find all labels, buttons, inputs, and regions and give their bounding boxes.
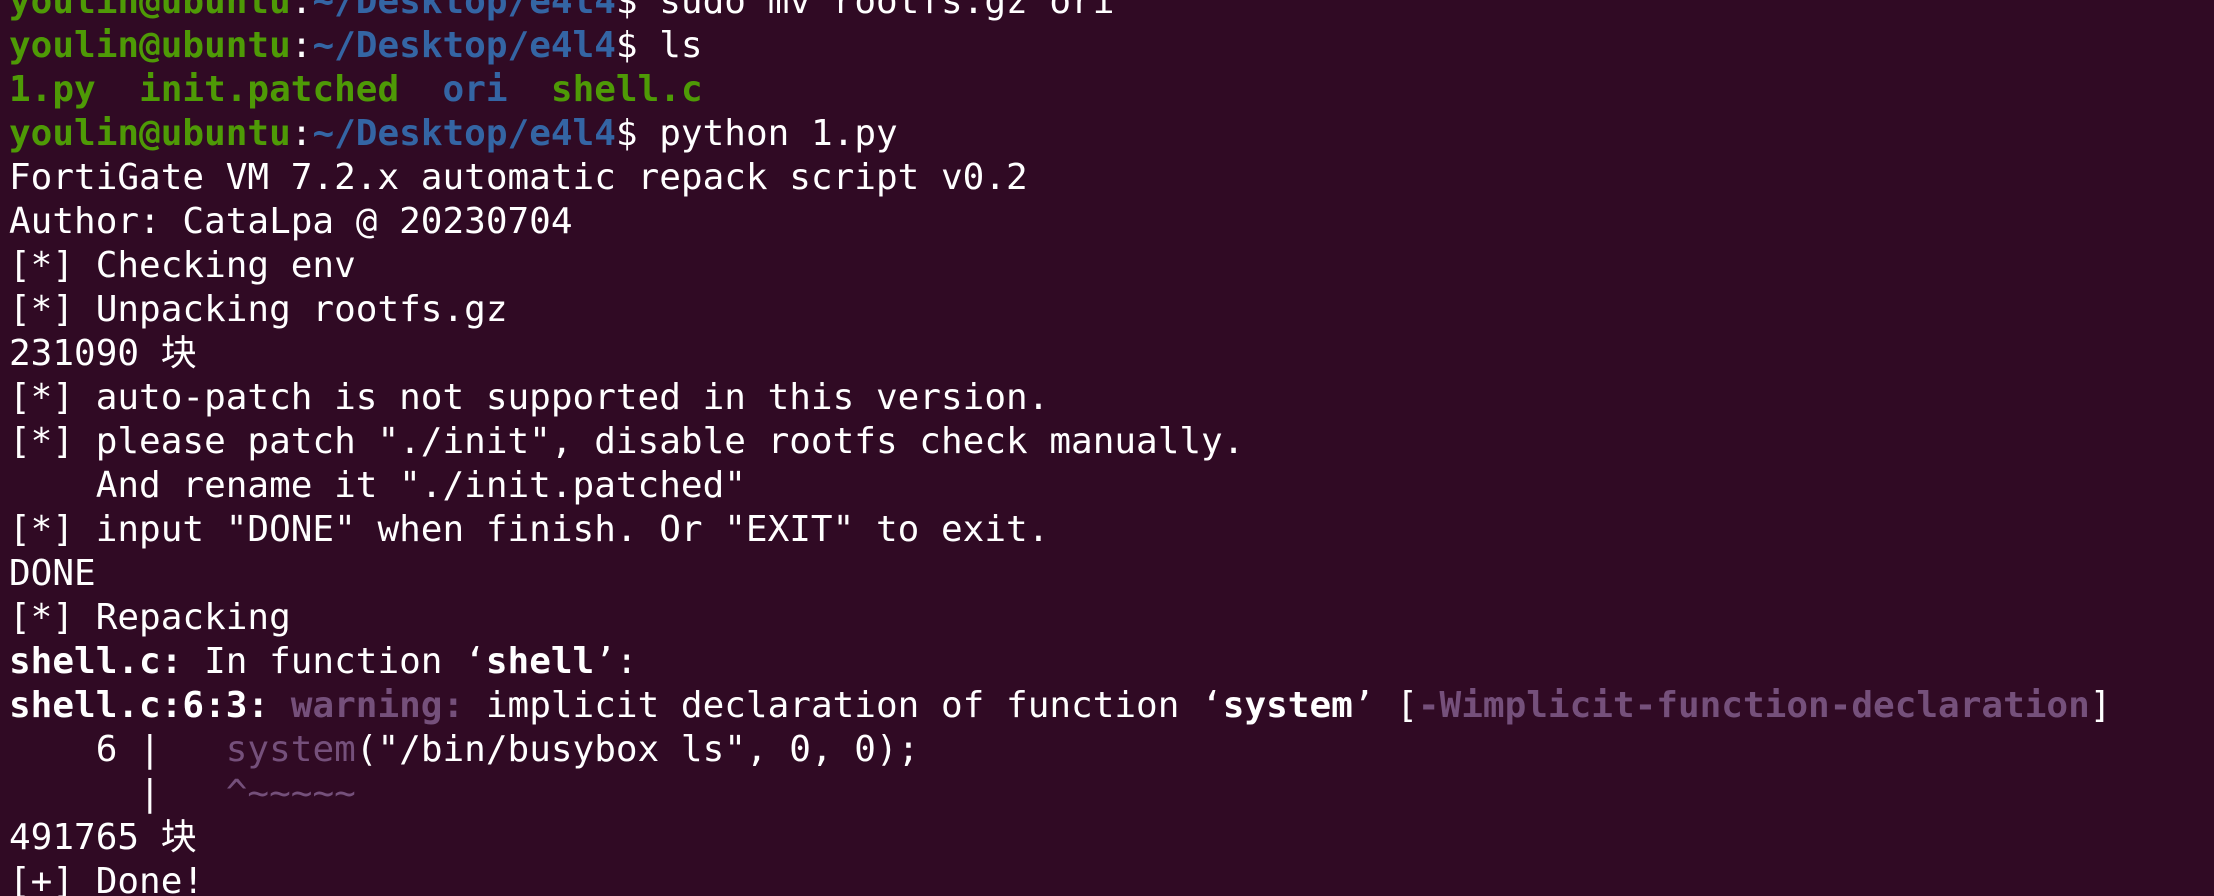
column-gap xyxy=(399,69,442,110)
bracket-open: [ xyxy=(1374,685,1418,726)
output-line: [*] Checking env xyxy=(9,244,2111,288)
terminal-window[interactable]: youlin@ubuntu:~/Desktop/e4l4$ sudo mv ro… xyxy=(0,0,2214,896)
warning-message: implicit declaration of function xyxy=(464,685,1202,726)
command-text: sudo mv rootfs.gz ori xyxy=(659,0,1115,22)
output-text: [*] auto-patch is not supported in this … xyxy=(9,377,1050,418)
output-line: FortiGate VM 7.2.x automatic repack scri… xyxy=(9,156,2111,200)
command-text: python 1.py xyxy=(659,113,898,154)
output-text: [*] Unpacking rootfs.gz xyxy=(9,289,508,330)
bracket-close: ] xyxy=(2089,685,2112,726)
ls-output-line: 1.py init.patched ori shell.c xyxy=(9,68,2111,112)
terminal-output: youlin@ubuntu:~/Desktop/e4l4$ sudo mv ro… xyxy=(9,0,2111,896)
output-line: [*] please patch "./init", disable rootf… xyxy=(9,420,2111,464)
compiler-source-line: 6 | system("/bin/busybox ls", 0, 0); xyxy=(9,728,2111,772)
compiler-caret-line: | ^~~~~~ xyxy=(9,772,2111,816)
output-text: [*] Repacking xyxy=(9,597,291,638)
function-name: shell xyxy=(485,641,595,682)
output-line: DONE xyxy=(9,552,2111,596)
prompt-sigil: $ xyxy=(615,113,660,154)
caret-marker: ^~~~~~ xyxy=(225,773,356,814)
highlighted-call: system xyxy=(225,729,356,770)
prompt-line: youlin@ubuntu:~/Desktop/e4l4$ ls xyxy=(9,24,2111,68)
prompt-line: youlin@ubuntu:~/Desktop/e4l4$ python 1.p… xyxy=(9,112,2111,156)
output-line: 231090 块 xyxy=(9,332,2111,376)
compiler-text: : xyxy=(615,641,638,682)
command-text: ls xyxy=(659,25,703,66)
prompt-path: ~/Desktop/e4l4 xyxy=(312,0,616,22)
function-name: system xyxy=(1222,685,1353,726)
warning-flag: -Wimplicit-function-declaration xyxy=(1417,685,2090,726)
quote-close: ’ xyxy=(1352,685,1375,726)
output-text: [*] input "DONE" when finish. Or "EXIT" … xyxy=(9,509,1050,550)
prompt-sigil: $ xyxy=(615,0,660,22)
prompt-separator: : xyxy=(290,113,313,154)
prompt-user: youlin@ubuntu xyxy=(9,0,291,22)
compiler-file: shell.c: xyxy=(9,641,183,682)
column-gap xyxy=(508,69,551,110)
output-text: DONE xyxy=(9,553,96,594)
prompt-path: ~/Desktop/e4l4 xyxy=(312,25,616,66)
compiler-location: shell.c:6:3: xyxy=(9,685,270,726)
output-text: 491765 块 xyxy=(9,817,197,858)
output-line: [*] input "DONE" when finish. Or "EXIT" … xyxy=(9,508,2111,552)
output-line: And rename it "./init.patched" xyxy=(9,464,2111,508)
prompt-separator: : xyxy=(290,0,313,22)
output-line: [*] auto-patch is not supported in this … xyxy=(9,376,2111,420)
prompt-sigil: $ xyxy=(615,25,660,66)
output-line: [*] Repacking xyxy=(9,596,2111,640)
prompt-user: youlin@ubuntu xyxy=(9,25,291,66)
output-text: [+] Done! xyxy=(9,861,205,896)
ls-entry: 1.py xyxy=(9,69,96,110)
output-text: FortiGate VM 7.2.x automatic repack scri… xyxy=(9,157,1028,198)
line-gutter: | xyxy=(9,773,226,814)
warning-label: warning: xyxy=(269,685,465,726)
output-line: Author: CataLpa @ 20230704 xyxy=(9,200,2111,244)
quote-open: ‘ xyxy=(1201,685,1223,726)
output-text: [*] Checking env xyxy=(9,245,356,286)
compiler-warning-line: shell.c:6:3: warning: implicit declarati… xyxy=(9,684,2111,728)
output-text: [*] please patch "./init", disable rootf… xyxy=(9,421,1245,462)
prompt-user: youlin@ubuntu xyxy=(9,113,291,154)
prompt-path: ~/Desktop/e4l4 xyxy=(312,113,616,154)
output-text: Author: CataLpa @ 20230704 xyxy=(9,201,573,242)
compiler-context-line: shell.c: In function ‘shell’: xyxy=(9,640,2111,684)
ls-entry: shell.c xyxy=(550,69,703,110)
column-gap xyxy=(96,69,139,110)
compiler-text: In function xyxy=(182,641,465,682)
output-line: 491765 块 xyxy=(9,816,2111,860)
output-line: [+] Done! xyxy=(9,860,2111,896)
ls-entry: init.patched xyxy=(139,69,400,110)
ls-entry: ori xyxy=(442,69,508,110)
output-line: [*] Unpacking rootfs.gz xyxy=(9,288,2111,332)
source-text: ("/bin/busybox ls", 0, 0); xyxy=(355,729,920,770)
output-text: And rename it "./init.patched" xyxy=(9,465,746,506)
quote-close: ’ xyxy=(594,641,616,682)
quote-open: ‘ xyxy=(464,641,486,682)
line-gutter: 6 | xyxy=(9,729,226,770)
prompt-line: youlin@ubuntu:~/Desktop/e4l4$ sudo mv ro… xyxy=(9,0,2111,24)
prompt-separator: : xyxy=(290,25,313,66)
output-text: 231090 块 xyxy=(9,333,197,374)
